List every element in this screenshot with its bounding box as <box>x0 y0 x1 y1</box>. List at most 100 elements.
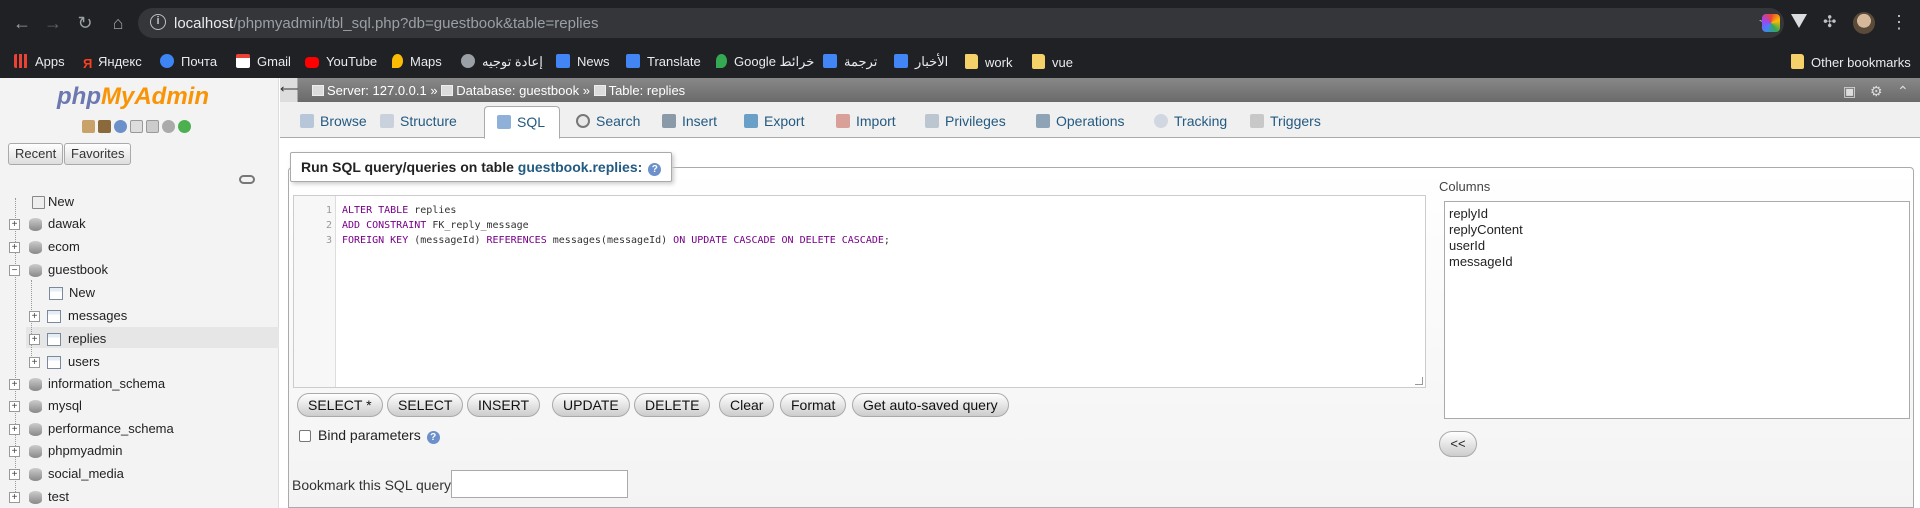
insert-button[interactable]: INSERT <box>467 393 541 417</box>
lock-icon[interactable]: ▣ <box>1843 83 1856 100</box>
collapse-icon[interactable]: − <box>9 265 20 276</box>
tab-sql[interactable]: SQL <box>484 106 560 139</box>
link-panels-icon[interactable] <box>239 175 255 184</box>
tree-item-performance-schema[interactable]: + performance_schema <box>9 419 174 439</box>
insert-column-button[interactable]: << <box>1439 431 1477 457</box>
tree-item-mysql[interactable]: + mysql <box>9 396 82 416</box>
expand-icon[interactable]: + <box>29 334 40 345</box>
tree-item-replies[interactable]: + replies <box>29 329 106 349</box>
tree-item-phpmyadmin[interactable]: + phpmyadmin <box>9 441 122 461</box>
column-option[interactable]: userId <box>1449 238 1905 254</box>
bind-parameters-checkbox[interactable] <box>299 430 311 442</box>
columns-listbox[interactable]: replyId replyContent userId messageId <box>1444 201 1910 419</box>
select-button[interactable]: SELECT <box>387 393 464 417</box>
exit-icon[interactable] <box>98 120 111 133</box>
help-icon[interactable]: ? <box>426 431 440 444</box>
tab-insert[interactable]: Insert <box>650 106 717 138</box>
reload-icon[interactable] <box>178 120 191 133</box>
other-bookmarks[interactable]: Other bookmarks <box>1791 54 1911 70</box>
bookmark-redirect[interactable]: إعادة توجيه <box>461 54 543 70</box>
tree-item-information-schema[interactable]: + information_schema <box>9 374 165 394</box>
clear-button[interactable]: Clear <box>719 393 775 417</box>
tab-browse[interactable]: Browse <box>288 106 367 138</box>
get-autosaved-query-button[interactable]: Get auto-saved query <box>852 393 1009 417</box>
bookmark-folder-vue[interactable]: vue <box>1032 54 1073 70</box>
help-icon[interactable] <box>114 120 127 133</box>
breadcrumb-database[interactable]: Database: guestbook <box>456 83 579 98</box>
bookmark-apps[interactable]: Apps <box>14 54 65 69</box>
bookmark-google-maps-ar[interactable]: Google خرائط <box>716 54 814 70</box>
tab-operations[interactable]: Operations <box>1024 106 1124 138</box>
phpmyadmin-logo[interactable]: phpMyAdmin <box>57 83 209 111</box>
gear-icon[interactable]: ⚙ <box>1870 83 1883 100</box>
expand-icon[interactable]: + <box>9 424 20 435</box>
docs-icon[interactable] <box>130 120 143 133</box>
tab-search[interactable]: Search <box>564 106 640 138</box>
site-info-icon[interactable]: i <box>150 14 166 30</box>
expand-icon[interactable]: + <box>29 311 40 322</box>
breadcrumb-server[interactable]: Server: 127.0.0.1 <box>327 83 427 98</box>
delete-button[interactable]: DELETE <box>634 393 711 417</box>
bookmark-maps[interactable]: Maps <box>392 54 442 69</box>
bookmark-yandex[interactable]: Я Яндекс <box>83 54 142 71</box>
tree-item-messages[interactable]: + messages <box>29 306 127 326</box>
tree-item-guestbook[interactable]: − guestbook <box>9 260 108 280</box>
tab-tracking[interactable]: Tracking <box>1142 106 1227 138</box>
bookmark-query-input[interactable] <box>451 470 628 498</box>
tree-item-dawak[interactable]: + dawak <box>9 214 86 234</box>
format-button[interactable]: Format <box>780 393 847 417</box>
reload-icon[interactable]: ↻ <box>73 11 97 35</box>
update-button[interactable]: UPDATE <box>552 393 630 417</box>
sql-editor[interactable]: 1 2 3 ALTER TABLE replies ADD CONSTRAINT… <box>293 195 1426 388</box>
expand-icon[interactable]: + <box>9 401 20 412</box>
bookmark-youtube[interactable]: YouTube <box>305 54 377 69</box>
bookmark-gmail[interactable]: Gmail <box>236 54 291 69</box>
tree-item-new[interactable]: New <box>32 192 74 212</box>
column-option[interactable]: messageId <box>1449 254 1905 270</box>
tab-triggers[interactable]: Triggers <box>1238 106 1321 138</box>
url-text[interactable]: localhost/phpmyadmin/tbl_sql.php?db=gues… <box>174 15 598 32</box>
resize-handle[interactable] <box>1415 377 1423 385</box>
tree-item-guestbook-new[interactable]: New <box>49 283 95 303</box>
address-bar[interactable]: i localhost/phpmyadmin/tbl_sql.php?db=gu… <box>138 8 1784 38</box>
expand-icon[interactable]: + <box>9 446 20 457</box>
breadcrumb-table[interactable]: Table: replies <box>609 83 686 98</box>
expand-icon[interactable]: + <box>9 379 20 390</box>
recent-button[interactable]: Recent <box>8 143 64 165</box>
tab-structure[interactable]: Structure <box>368 106 457 138</box>
expand-icon[interactable]: + <box>9 242 20 253</box>
select-star-button[interactable]: SELECT * <box>297 393 383 417</box>
home-icon[interactable] <box>82 120 95 133</box>
color-extension-icon[interactable] <box>1762 14 1780 32</box>
bookmark-folder-work[interactable]: work <box>965 54 1012 70</box>
gear-icon[interactable] <box>162 120 175 133</box>
help-icon[interactable]: ? <box>648 163 662 176</box>
extensions-puzzle-icon[interactable]: ✣ <box>1823 14 1841 32</box>
copy-icon[interactable] <box>146 120 159 133</box>
vue-devtools-icon[interactable] <box>1791 14 1807 28</box>
tab-export[interactable]: Export <box>732 106 804 138</box>
column-option[interactable]: replyId <box>1449 206 1905 222</box>
columns-scrollbar[interactable] <box>1895 204 1907 418</box>
collapse-top-icon[interactable]: ⌃ <box>1897 83 1909 100</box>
tree-item-ecom[interactable]: + ecom <box>9 237 80 257</box>
profile-avatar[interactable] <box>1853 12 1875 34</box>
tree-item-test[interactable]: + test <box>9 487 69 507</box>
tab-privileges[interactable]: Privileges <box>913 106 1006 138</box>
home-icon[interactable]: ⌂ <box>106 11 130 35</box>
back-arrow-icon[interactable]: ← <box>10 11 34 35</box>
collapse-nav-button[interactable]: ⟵ <box>280 78 299 102</box>
expand-icon[interactable]: + <box>9 492 20 503</box>
legend-table-link[interactable]: guestbook.replies: <box>518 159 642 175</box>
bookmark-translate[interactable]: Translate <box>626 54 701 69</box>
browser-menu-icon[interactable]: ⋮ <box>1890 10 1908 34</box>
expand-icon[interactable]: + <box>9 219 20 230</box>
bookmark-translate-ar[interactable]: ترجمة <box>823 54 877 70</box>
tree-item-social-media[interactable]: + social_media <box>9 464 124 484</box>
expand-icon[interactable]: + <box>9 469 20 480</box>
bookmark-news[interactable]: News <box>556 54 610 69</box>
bookmark-pochta[interactable]: Почта <box>160 54 217 69</box>
tab-import[interactable]: Import <box>824 106 896 138</box>
favorites-button[interactable]: Favorites <box>64 143 132 165</box>
bookmark-news-ar[interactable]: الأخبار <box>894 54 948 70</box>
